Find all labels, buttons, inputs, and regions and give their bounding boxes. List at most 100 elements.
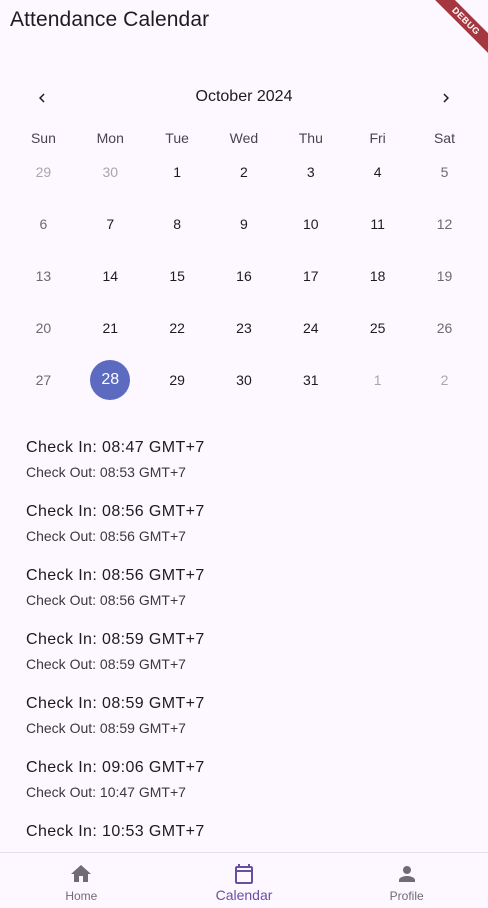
chevron-right-icon	[443, 93, 449, 103]
calendar-day-number: 9	[240, 216, 248, 232]
check-in-time: Check In: 09:06 GMT+7	[26, 759, 205, 776]
calendar-day-number: 16	[236, 268, 252, 284]
calendar-day-number: 23	[236, 320, 252, 336]
calendar-day[interactable]: 3	[277, 146, 344, 198]
page-title: Attendance Calendar	[10, 8, 210, 31]
check-in-time: Check In: 08:56 GMT+7	[26, 503, 205, 520]
calendar-day[interactable]: 8	[144, 198, 211, 250]
calendar-day[interactable]: 23	[211, 302, 278, 354]
calendar-day[interactable]: 31	[277, 354, 344, 406]
calendar-day[interactable]: 17	[277, 250, 344, 302]
check-out-time: Check Out: 08:53 GMT+7	[26, 464, 186, 480]
calendar-day[interactable]: 1	[344, 354, 411, 406]
calendar-day[interactable]: 1	[144, 146, 211, 198]
calendar-day[interactable]: 6	[10, 198, 77, 250]
calendar-day-number: 26	[436, 320, 453, 336]
calendar-day[interactable]: 16	[211, 250, 278, 302]
calendar-day[interactable]: 7	[77, 198, 144, 250]
calendar-day[interactable]: 30	[77, 146, 144, 198]
calendar-day-number: 3	[306, 164, 315, 180]
check-out-time: Check Out: 08:56 GMT+7	[26, 592, 186, 608]
calendar-day-number: 1	[373, 372, 382, 388]
nav-label: Calendar	[215, 887, 273, 903]
attendance-entry: Check In: 08:47 GMT+7 Check Out: 08:53 GM…	[0, 425, 488, 489]
calendar-day-number: 24	[303, 320, 319, 336]
calendar-day[interactable]: 4	[344, 146, 411, 198]
calendar-day-number: 2	[440, 372, 449, 388]
calendar-day[interactable]: 19	[411, 250, 478, 302]
calendar-day-number: 29	[169, 372, 185, 388]
calendar-day[interactable]: 14	[77, 250, 144, 302]
calendar-day[interactable]: 24	[277, 302, 344, 354]
nav-item-calendar[interactable]: Calendar	[163, 853, 326, 908]
nav-item-home[interactable]: Home	[0, 853, 163, 908]
calendar-day-number: 15	[169, 268, 185, 284]
calendar-day[interactable]: 12	[411, 198, 478, 250]
calendar-day[interactable]: 26	[411, 302, 478, 354]
attendance-entry: Check In: 08:56 GMT+7 Check Out: 08:56 GM…	[0, 553, 488, 617]
calendar-day-number: 19	[436, 268, 453, 284]
calendar-day[interactable]: 2	[411, 354, 478, 406]
check-out-time: Check Out: 08:56 GMT+7	[26, 528, 186, 544]
calendar-day[interactable]: 2	[211, 146, 278, 198]
home-icon	[69, 862, 93, 886]
calendar-day[interactable]: 25	[344, 302, 411, 354]
calendar-day-number: 22	[169, 320, 185, 336]
calendar-day-number: 8	[173, 216, 181, 232]
check-out-time: Check Out: 10:47 GMT+7	[26, 784, 186, 800]
person-icon	[395, 862, 419, 886]
calendar-day-number: 10	[303, 216, 319, 232]
calendar-day-number: 30	[102, 164, 119, 180]
calendar-day[interactable]: 29	[144, 354, 211, 406]
calendar-day[interactable]: 27	[10, 354, 77, 406]
calendar-day-number: 30	[236, 372, 252, 388]
nav-label: Home	[65, 889, 98, 903]
calendar-day[interactable]: 29	[10, 146, 77, 198]
calendar-day[interactable]: 15	[144, 250, 211, 302]
calendar-day-number: 29	[35, 164, 52, 180]
bottom-navigation-bar: Home Calendar Profile	[0, 852, 488, 908]
calendar-day-number: 7	[106, 216, 115, 232]
calendar-day-number: 17	[303, 268, 319, 284]
calendar-day-number: 27	[35, 372, 52, 388]
next-month-button[interactable]	[428, 80, 464, 116]
check-in-time: Check In: 10:53 GMT+7	[26, 823, 205, 838]
calendar-icon	[232, 862, 256, 886]
calendar-day-selected[interactable]: 28	[77, 354, 144, 406]
calendar-day-number: 13	[35, 268, 52, 284]
calendar-day-number: 14	[102, 268, 119, 284]
calendar-day-number: 21	[102, 320, 119, 336]
calendar-day-number: 4	[373, 164, 382, 180]
calendar-day-number: 12	[436, 216, 453, 232]
calendar-day[interactable]: 13	[10, 250, 77, 302]
check-out-time: Check Out: 08:59 GMT+7	[26, 720, 186, 736]
calendar-day[interactable]: 18	[344, 250, 411, 302]
calendar-day[interactable]: 22	[144, 302, 211, 354]
calendar-day[interactable]: 20	[10, 302, 77, 354]
attendance-list[interactable]: Check In: 08:47 GMT+7 Check Out: 08:53 GM…	[0, 425, 488, 838]
calendar-day[interactable]: 9	[211, 198, 278, 250]
check-out-time: Check Out: 08:59 GMT+7	[26, 656, 186, 672]
calendar-day-number: 20	[35, 320, 52, 336]
check-in-time: Check In: 08:47 GMT+7	[26, 439, 205, 456]
check-in-time: Check In: 08:59 GMT+7	[26, 631, 205, 648]
calendar-day[interactable]: 21	[77, 302, 144, 354]
calendar-day[interactable]: 30	[211, 354, 278, 406]
calendar-day[interactable]: 11	[344, 198, 411, 250]
calendar-day-number: 31	[303, 372, 319, 388]
attendance-entry: Check In: 08:56 GMT+7 Check Out: 08:56 GM…	[0, 489, 488, 553]
calendar-day-number: 25	[369, 320, 386, 336]
check-in-time: Check In: 08:59 GMT+7	[26, 695, 205, 712]
attendance-entry: Check In: 09:06 GMT+7 Check Out: 10:47 GM…	[0, 745, 488, 809]
calendar-day-number: 18	[369, 268, 386, 284]
attendance-entry: Check In: 08:59 GMT+7 Check Out: 08:59 GM…	[0, 617, 488, 681]
calendar-day[interactable]: 10	[277, 198, 344, 250]
calendar-day-number: 2	[240, 164, 248, 180]
calendar-day[interactable]: 5	[411, 146, 478, 198]
check-in-time: Check In: 08:56 GMT+7	[26, 567, 205, 584]
attendance-entry: Check In: 08:59 GMT+7 Check Out: 08:59 GM…	[0, 681, 488, 745]
calendar-header: October 2024	[0, 80, 488, 116]
nav-label: Profile	[389, 889, 424, 903]
calendar-day-number: 1	[173, 164, 181, 180]
nav-item-profile[interactable]: Profile	[325, 853, 488, 908]
